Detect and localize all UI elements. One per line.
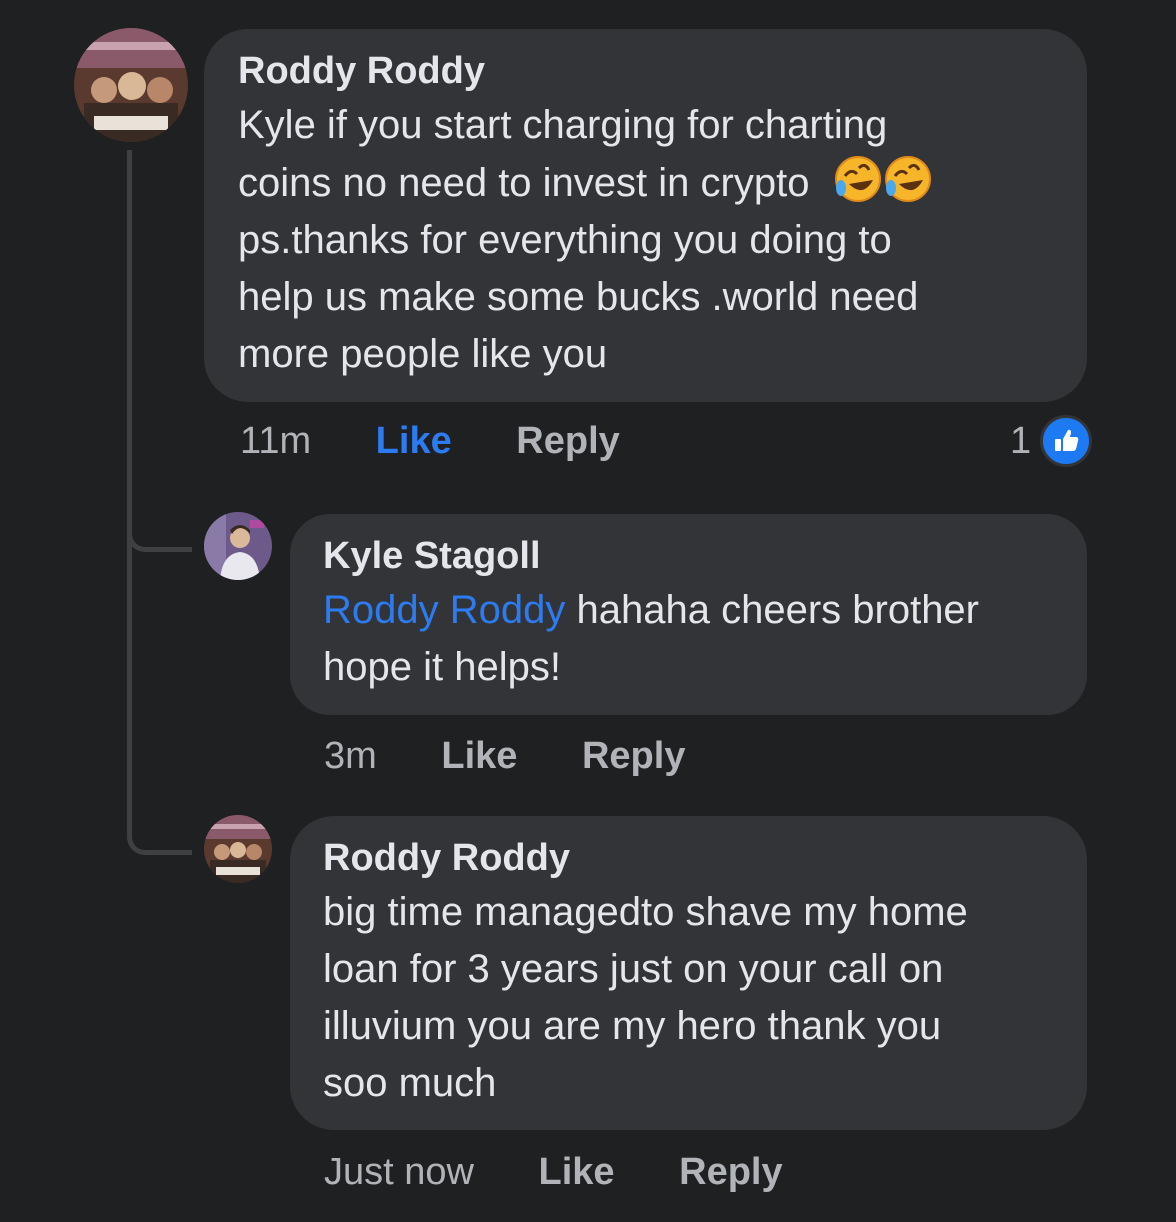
comment-actions: Just now Like Reply <box>324 1151 783 1194</box>
mention-link[interactable]: Roddy Roddy <box>323 588 565 632</box>
like-button[interactable]: Like <box>376 420 452 463</box>
avatar[interactable] <box>204 815 272 883</box>
comment-text-line: more people like you <box>238 332 608 376</box>
like-button[interactable]: Like <box>441 735 517 778</box>
reply-button[interactable]: Reply <box>679 1151 782 1194</box>
rolling-on-floor-laughing-icon <box>834 156 881 202</box>
comment-timestamp[interactable]: Just now <box>324 1151 474 1194</box>
comment-author[interactable]: Roddy Roddy <box>238 47 1087 95</box>
comment-text-line: loan for 3 years just on your call on <box>323 947 944 991</box>
comment-text-fragment: coins no need to invest in crypto <box>238 161 810 205</box>
comment-bubble: Kyle Stagoll Roddy Roddy hahaha cheers b… <box>290 514 1087 715</box>
comment-text-line: coins no need to invest in crypto <box>238 154 1087 212</box>
thread-branch <box>127 540 192 855</box>
comment-text-line: soo much <box>323 1061 497 1105</box>
comment-text-line: Roddy Roddy hahaha cheers brother <box>323 582 1087 639</box>
comment-actions: 11m Like Reply <box>240 420 620 463</box>
reaction-count[interactable]: 1 <box>1010 420 1031 463</box>
comment-text-line: Kyle if you start charging for charting <box>238 103 888 147</box>
comment-author[interactable]: Kyle Stagoll <box>323 532 1087 580</box>
comment-actions: 3m Like Reply <box>324 735 685 778</box>
rolling-on-floor-laughing-icon <box>884 156 931 202</box>
comment-text-line: big time managedto shave my home <box>323 890 968 934</box>
comment-timestamp[interactable]: 3m <box>324 735 377 778</box>
comment-text-line: hope it helps! <box>323 645 561 689</box>
comment-text: Kyle if you start charging for charting … <box>238 97 1087 383</box>
comment-timestamp[interactable]: 11m <box>240 420 311 463</box>
comment-text: Roddy Roddy hahaha cheers brother hope i… <box>323 582 1087 696</box>
like-button[interactable]: Like <box>539 1151 615 1194</box>
comment-text-line: ps.thanks for everything you doing to <box>238 218 892 262</box>
comment-text-line: illuvium you are my hero thank you <box>323 1004 942 1048</box>
thread-line <box>127 150 132 545</box>
reply-button[interactable]: Reply <box>582 735 685 778</box>
comment-text-fragment: hahaha cheers brother <box>576 588 980 632</box>
avatar[interactable] <box>204 512 272 580</box>
thumbs-up-icon[interactable] <box>1040 415 1092 467</box>
comment-text-line: help us make some bucks .world need <box>238 275 919 319</box>
comment-author[interactable]: Roddy Roddy <box>323 834 1087 882</box>
comment-text: big time managedto shave my home loan fo… <box>323 884 1087 1112</box>
avatar[interactable] <box>74 28 188 142</box>
comment-bubble: Roddy Roddy Kyle if you start charging f… <box>204 29 1087 402</box>
reply-button[interactable]: Reply <box>516 420 619 463</box>
comment-bubble: Roddy Roddy big time managedto shave my … <box>290 816 1087 1130</box>
